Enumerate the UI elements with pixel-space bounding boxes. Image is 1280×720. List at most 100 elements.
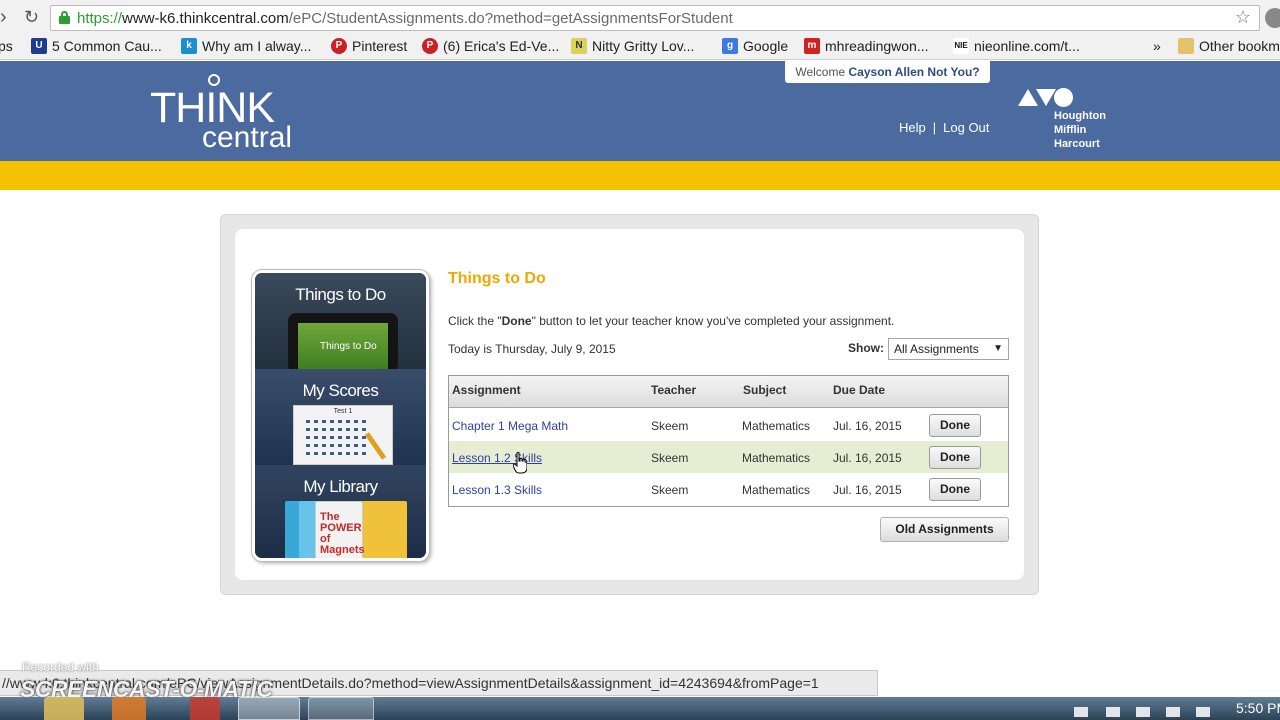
welcome-box: Welcome Cayson Allen Not You? — [785, 61, 990, 83]
header-links: Help | Log Out — [899, 120, 989, 135]
logout-link[interactable]: Log Out — [943, 120, 989, 135]
instructions-pre: Click the " — [448, 314, 502, 328]
nie-icon: NIE — [953, 38, 969, 54]
other-bookmarks[interactable]: Other bookm — [1178, 38, 1280, 54]
nav-my-library[interactable]: My Library The POWER of Magnets — [255, 465, 426, 558]
subject-cell: Mathematics — [742, 483, 811, 497]
bookmark-label: Google — [743, 38, 789, 54]
bookmark-label: Nitty Gritty Lov... — [592, 38, 695, 54]
extension-icon[interactable] — [1265, 8, 1280, 28]
assignments-table: Assignment Teacher Subject Due Date Chap… — [448, 375, 1009, 507]
show-filter-select[interactable]: All Assignments ▼ — [888, 338, 1009, 360]
assignment-link[interactable]: Lesson 1.2 Skills — [452, 451, 542, 465]
bookmark-label: mhreadingwon... — [825, 38, 929, 54]
bookmark-item[interactable]: N Nitty Gritty Lov... — [571, 38, 694, 54]
not-you-link[interactable]: Not You? — [927, 65, 979, 79]
teacher-cell: Skeem — [651, 483, 689, 497]
due-date-cell: Jul. 16, 2015 — [833, 419, 902, 433]
instructions-text: Click the "Done" button to let your teac… — [448, 314, 894, 328]
windows-taskbar: 5:50 PM — [0, 697, 1280, 720]
address-bar[interactable]: https://www-k6.thinkcentral.com/ePC/Stud… — [50, 5, 1260, 31]
hmh-logo: Houghton Mifflin Harcourt — [1018, 88, 1118, 153]
k-icon: k — [181, 38, 197, 54]
thinkcentral-logo[interactable]: THINK central — [150, 71, 310, 154]
media-player-taskbar-icon[interactable] — [112, 697, 146, 720]
folder-icon — [1178, 38, 1194, 54]
bookmark-label: 5 Common Cau... — [52, 38, 162, 54]
column-header: Subject — [743, 383, 787, 397]
tray-icon[interactable] — [1074, 707, 1088, 717]
bookmark-item[interactable]: NIE nieonline.com/t... — [953, 38, 1080, 54]
tray-icon[interactable] — [1196, 707, 1210, 717]
google-icon: g — [722, 38, 738, 54]
bookmark-label: Other bookm — [1199, 38, 1280, 54]
column-header: Assignment — [452, 383, 521, 397]
test-sheet-icon: Test 1 — [293, 405, 393, 465]
column-header: Due Date — [833, 383, 886, 397]
bookmark-item[interactable]: m mhreadingwon... — [804, 38, 929, 54]
old-assignments-button[interactable]: Old Assignments — [880, 517, 1009, 542]
help-link[interactable]: Help — [899, 120, 926, 135]
tray-icon[interactable] — [1106, 707, 1120, 717]
nav-label: Things to Do — [295, 285, 386, 304]
today-date: Today is Thursday, July 9, 2015 — [448, 342, 616, 356]
subject-cell: Mathematics — [742, 451, 811, 465]
explorer-taskbar-icon[interactable] — [44, 697, 84, 720]
tablet-icon: Things to Do — [288, 313, 398, 369]
assignment-link[interactable]: Chapter 1 Mega Math — [452, 419, 568, 433]
done-button[interactable]: Done — [929, 446, 981, 469]
sheet-title: Test 1 — [333, 408, 353, 415]
show-label: Show: — [848, 341, 884, 355]
table-row: Chapter 1 Mega Math Skeem Mathematics Ju… — [449, 409, 1008, 441]
pinterest-icon: P — [331, 38, 347, 54]
screencast-taskbar-icon[interactable] — [308, 697, 374, 720]
nav-label: My Scores — [302, 381, 379, 400]
bookmark-label: (6) Erica's Ed-Ve... — [443, 38, 560, 54]
done-button[interactable]: Done — [929, 478, 981, 501]
hmh-name: Houghton Mifflin Harcourt — [1054, 109, 1106, 151]
n-icon: N — [571, 38, 587, 54]
lock-icon — [59, 11, 70, 24]
instructions-bold: Done — [501, 314, 532, 328]
bookmark-star-icon[interactable]: ☆ — [1235, 7, 1251, 28]
usn-icon: U — [31, 38, 47, 54]
hmh-mark-icon — [1018, 88, 1074, 108]
browser-toolbar: › ↻ https://www-k6.thinkcentral.com/ePC/… — [0, 0, 1280, 36]
nav-things-to-do[interactable]: Things to Do Things to Do — [255, 273, 426, 369]
nav-label: My Library — [303, 477, 378, 496]
bookmark-item[interactable]: P (6) Erica's Ed-Ve... — [422, 38, 559, 54]
tray-icon[interactable] — [1166, 707, 1180, 717]
bookmark-label: nieonline.com/t... — [974, 38, 1080, 54]
teacher-cell: Skeem — [651, 451, 689, 465]
app-taskbar-icon[interactable] — [190, 697, 220, 720]
hand-cursor-icon — [513, 452, 527, 474]
bookmark-label: Why am I alway... — [202, 38, 312, 54]
hmh-line: Mifflin — [1054, 124, 1087, 136]
bookmarks-overflow[interactable]: » — [1153, 38, 1161, 54]
done-button[interactable]: Done — [929, 414, 981, 437]
book-title: The POWER of Magnets — [320, 511, 365, 556]
logo-central: central — [202, 121, 293, 154]
nav-my-scores[interactable]: My Scores Test 1 — [255, 369, 426, 465]
show-filter-value: All Assignments — [894, 342, 979, 356]
assignment-link[interactable]: Lesson 1.3 Skills — [452, 483, 542, 497]
forward-icon[interactable]: › — [0, 6, 7, 29]
hmh-line: Houghton — [1054, 110, 1106, 122]
instructions-post: " button to let your teacher know you've… — [531, 314, 895, 328]
due-date-cell: Jul. 16, 2015 — [833, 483, 902, 497]
taskbar-clock[interactable]: 5:50 PM — [1236, 700, 1280, 716]
bookmark-item[interactable]: U 5 Common Cau... — [31, 38, 162, 54]
column-header: Teacher — [651, 383, 697, 397]
due-date-cell: Jul. 16, 2015 — [833, 451, 902, 465]
bookmark-apps[interactable]: ps — [0, 38, 13, 54]
bookmark-item[interactable]: P Pinterest — [331, 38, 407, 54]
tray-icon[interactable] — [1136, 707, 1150, 717]
reload-icon[interactable]: ↻ — [24, 7, 39, 28]
gold-band — [0, 161, 1280, 190]
bookmark-item[interactable]: k Why am I alway... — [181, 38, 311, 54]
mh-icon: m — [804, 38, 820, 54]
subject-cell: Mathematics — [742, 419, 811, 433]
hmh-line: Harcourt — [1054, 138, 1100, 150]
chrome-taskbar-icon[interactable] — [238, 697, 300, 720]
bookmark-item[interactable]: g Google — [722, 38, 788, 54]
